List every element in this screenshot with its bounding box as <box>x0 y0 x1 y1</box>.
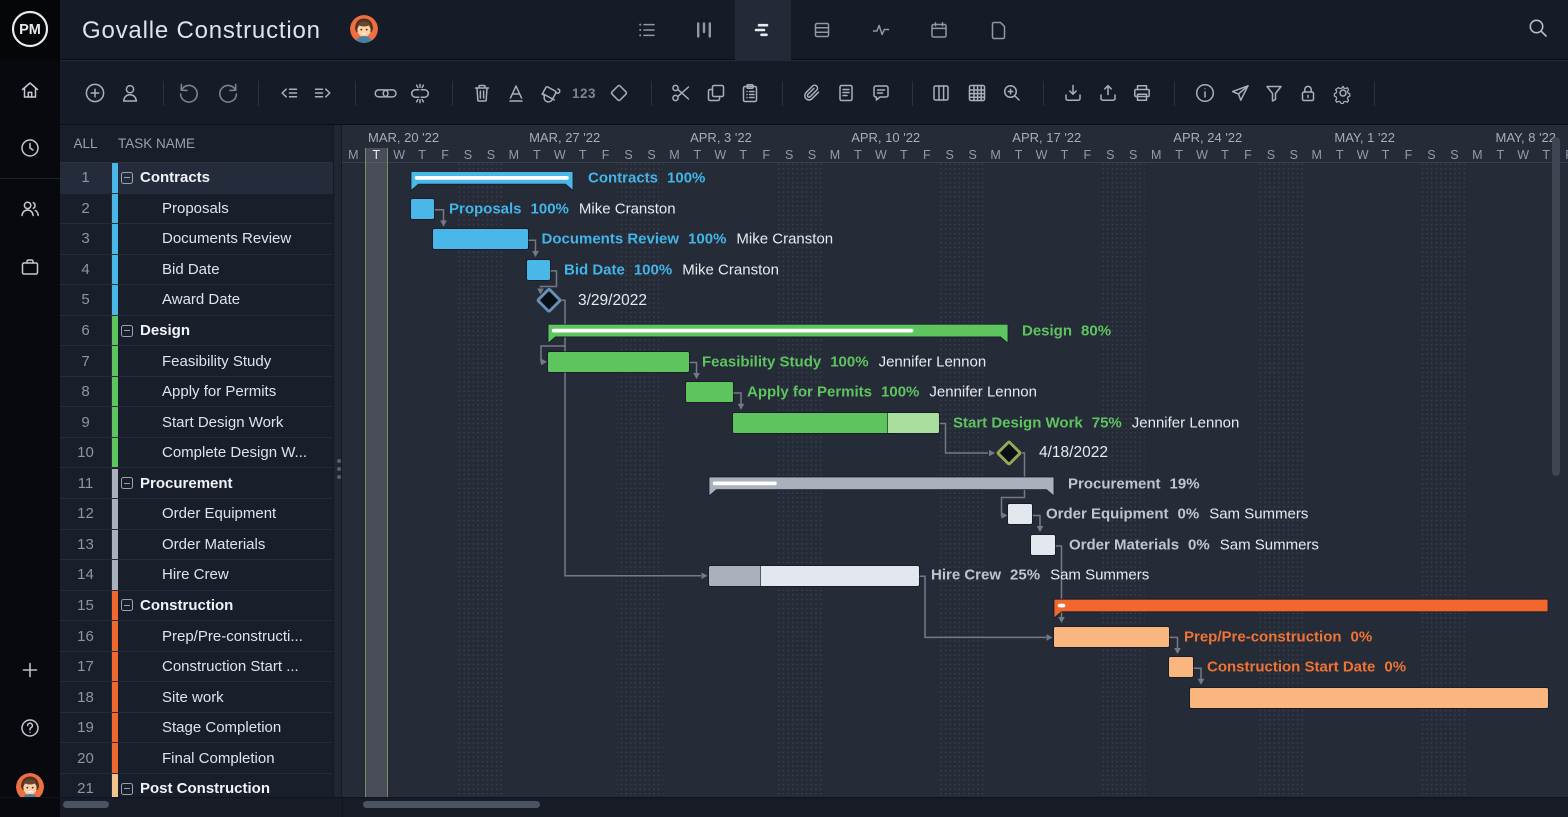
svg-text:PM: PM <box>19 22 41 38</box>
